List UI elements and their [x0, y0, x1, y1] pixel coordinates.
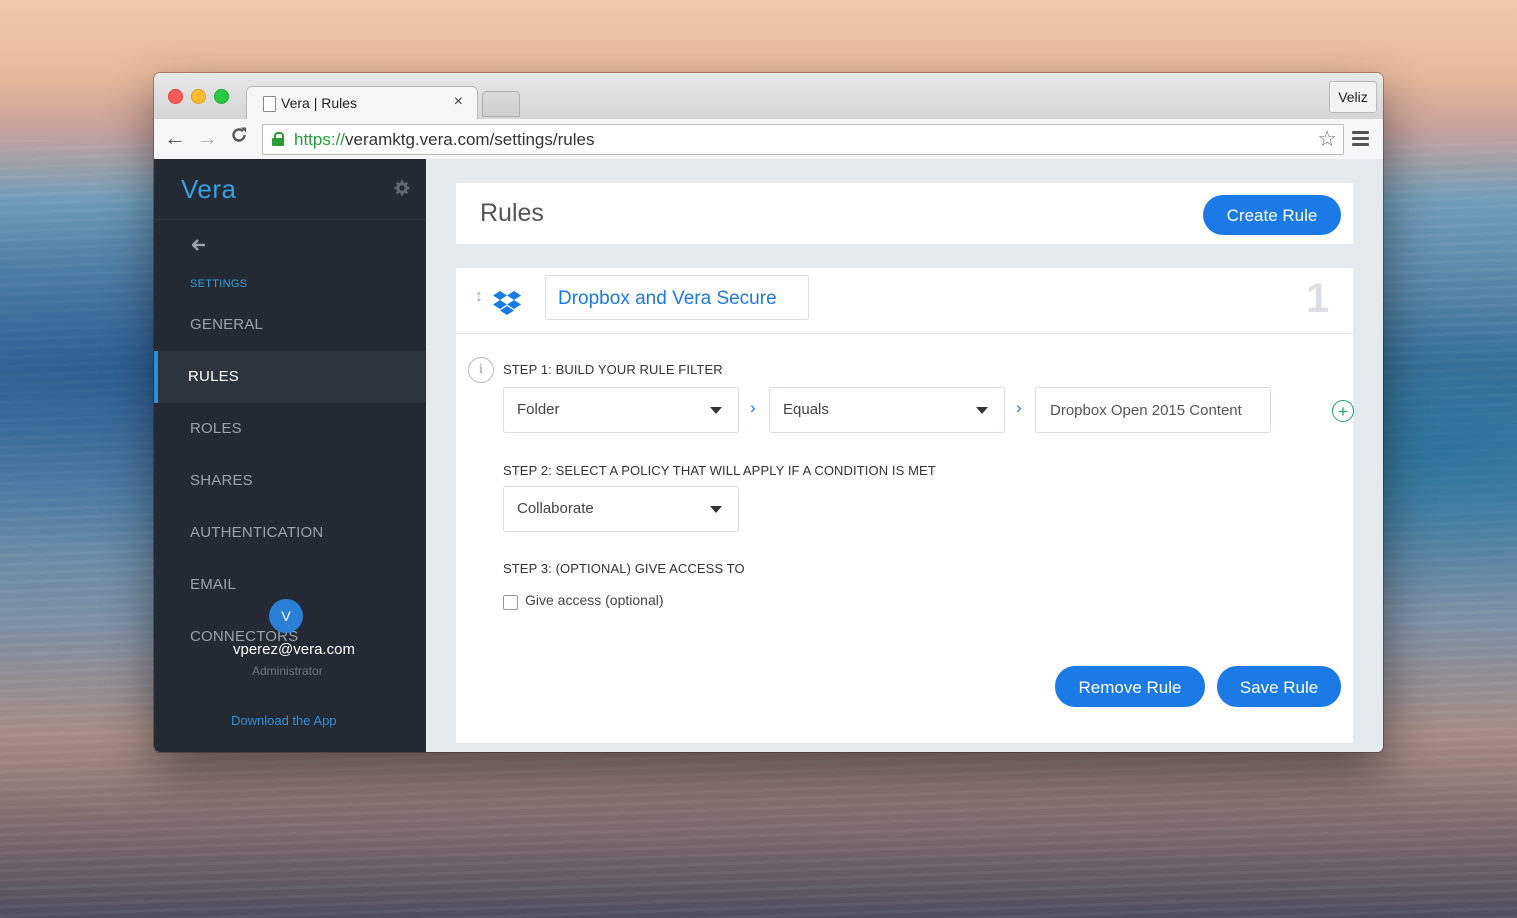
url-text: https://veramktg.vera.com/settings/rules	[294, 130, 595, 149]
give-access-label[interactable]: Give access (optional)	[525, 592, 664, 608]
sidebar-item-general[interactable]: GENERAL	[154, 299, 426, 351]
sidebar: Vera SETTINGS GENERAL RULES ROLES SHARES…	[154, 159, 426, 752]
rule-header: ↕ Dropbox and Vera Secure 1	[456, 268, 1353, 334]
filter-value-input[interactable]	[1035, 387, 1271, 433]
policy-select[interactable]: Collaborate	[503, 486, 739, 532]
hamburger-menu-icon[interactable]	[1352, 131, 1369, 149]
new-tab-button[interactable]	[482, 91, 520, 117]
settings-heading: SETTINGS	[190, 278, 248, 290]
bookmark-star-icon[interactable]: ☆	[1317, 126, 1337, 152]
zoom-window-button[interactable]	[214, 89, 229, 104]
step2-label: STEP 2: SELECT A POLICY THAT WILL APPLY …	[503, 463, 936, 478]
operator-select[interactable]: Equals	[769, 387, 1005, 433]
tab-title: Vera | Rules	[281, 95, 358, 111]
give-access-checkbox[interactable]	[503, 595, 518, 610]
reload-icon[interactable]	[230, 126, 248, 150]
rule-number: 1	[1306, 274, 1330, 321]
download-app-link[interactable]: Download the App	[231, 713, 337, 728]
gear-icon[interactable]	[394, 180, 410, 201]
avatar[interactable]: V	[269, 599, 303, 633]
tab-bar: Vera | Rules × Veliz	[154, 73, 1383, 120]
brand-logo[interactable]: Vera	[181, 174, 237, 205]
page-header: Rules Create Rule	[456, 183, 1353, 244]
address-bar[interactable]: https://veramktg.vera.com/settings/rules…	[262, 124, 1344, 155]
close-window-button[interactable]	[168, 89, 183, 104]
back-icon[interactable]	[191, 235, 206, 256]
sidebar-item-authentication[interactable]: AUTHENTICATION	[154, 507, 426, 559]
tab-close-icon[interactable]: ×	[454, 93, 463, 111]
field-select-value: Folder	[517, 401, 560, 418]
info-icon[interactable]: i	[468, 357, 494, 383]
browser-toolbar: ← → https://veramktg.vera.com/settings/r…	[154, 119, 1383, 160]
app-area: Vera SETTINGS GENERAL RULES ROLES SHARES…	[154, 159, 1383, 752]
dropbox-icon	[492, 288, 522, 318]
browser-window: Vera | Rules × Veliz ← → https://veramkt…	[154, 73, 1383, 752]
lock-icon	[272, 132, 284, 146]
chevron-right-icon: ›	[1016, 398, 1022, 417]
sidebar-item-rules[interactable]: RULES	[154, 351, 426, 403]
create-rule-button[interactable]: Create Rule	[1203, 195, 1341, 235]
add-condition-icon[interactable]: +	[1332, 400, 1354, 422]
sidebar-divider	[154, 219, 426, 220]
chevron-down-icon	[710, 407, 722, 414]
rule-card: ↕ Dropbox and Vera Secure 1 i STEP 1: BU…	[456, 268, 1354, 743]
minimize-window-button[interactable]	[191, 89, 206, 104]
save-rule-button[interactable]: Save Rule	[1217, 666, 1341, 707]
chevron-right-icon: ›	[750, 398, 756, 417]
page-title: Rules	[480, 199, 544, 227]
field-select[interactable]: Folder	[503, 387, 739, 433]
back-arrow-icon[interactable]: ←	[164, 125, 186, 151]
step3-label: STEP 3: (OPTIONAL) GIVE ACCESS TO	[503, 561, 745, 576]
chevron-down-icon	[710, 506, 722, 513]
user-email: vperez@vera.com	[233, 641, 355, 658]
remove-rule-button[interactable]: Remove Rule	[1055, 666, 1205, 707]
user-role: Administrator	[252, 664, 323, 678]
sidebar-item-shares[interactable]: SHARES	[154, 455, 426, 507]
browser-tab[interactable]: Vera | Rules ×	[246, 86, 478, 120]
sidebar-item-roles[interactable]: ROLES	[154, 403, 426, 455]
policy-select-value: Collaborate	[517, 500, 594, 517]
page-icon	[263, 96, 276, 112]
step1-label: STEP 1: BUILD YOUR RULE FILTER	[503, 362, 723, 377]
main-content: Rules Create Rule ↕ Dropbox and Vera Sec…	[426, 159, 1383, 752]
drag-handle-icon[interactable]: ↕	[475, 288, 483, 306]
profile-button[interactable]: Veliz	[1329, 81, 1377, 113]
operator-select-value: Equals	[783, 401, 829, 418]
rule-name-field[interactable]: Dropbox and Vera Secure	[545, 275, 809, 320]
forward-arrow-icon[interactable]: →	[196, 125, 218, 151]
chevron-down-icon	[976, 407, 988, 414]
